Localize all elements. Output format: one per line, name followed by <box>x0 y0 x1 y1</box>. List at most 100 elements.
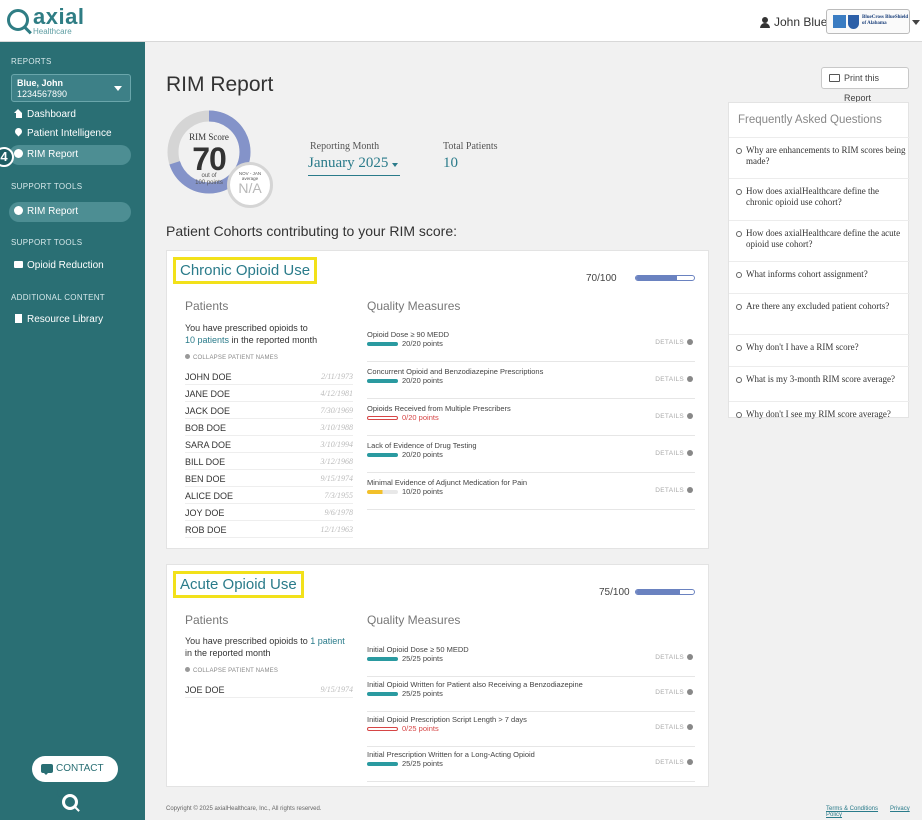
measure-points: 25/25 points <box>402 689 443 698</box>
patient-count-link[interactable]: 10 patients <box>185 335 229 345</box>
measure-points: 25/25 points <box>402 654 443 663</box>
details-label: DETAILS <box>655 413 684 420</box>
sidebar-item-label: Resource Library <box>27 314 104 325</box>
faq-item[interactable]: What is my 3-month RIM score average? <box>729 366 910 401</box>
collapse-patient-names-toggle[interactable]: COLLAPSE PATIENT NAMES <box>185 667 278 674</box>
sidebar-item-support-rim-report[interactable]: RIM Report <box>9 202 131 222</box>
patient-selector[interactable]: Blue, John 1234567890 <box>11 74 131 102</box>
sidebar-heading-additional-content: ADDITIONAL CONTENT <box>11 293 105 302</box>
chevron-down-circle-icon <box>736 272 742 278</box>
partner-logo-text: BlueCross BlueShield of Alabama <box>862 15 909 26</box>
measure-points-bar <box>367 453 398 457</box>
faq-item[interactable]: Why don't I have a RIM score? <box>729 334 910 366</box>
patient-name: ALICE DOE <box>185 491 234 501</box>
patient-dob: 4/12/1981 <box>320 389 353 398</box>
patient-name: JOHN DOE <box>185 372 232 382</box>
patient-row[interactable]: ALICE DOE 7/3/1955 <box>185 487 353 504</box>
details-label: DETAILS <box>655 487 684 494</box>
quality-measure-row: Initial Prescription Written for a Long-… <box>367 750 695 782</box>
sidebar-item-resource-library[interactable]: Resource Library <box>9 310 131 330</box>
axial-logo[interactable]: axial Healthcare <box>5 4 115 37</box>
patients-heading: Patients <box>185 613 229 627</box>
sidebar-item-dashboard[interactable]: Dashboard <box>9 105 131 125</box>
details-button[interactable]: DETAILS <box>655 376 693 383</box>
patient-name: JACK DOE <box>185 406 231 416</box>
user-icon <box>760 17 770 28</box>
collapse-patient-names-toggle[interactable]: COLLAPSE PATIENT NAMES <box>185 354 278 361</box>
details-button[interactable]: DETAILS <box>655 724 693 731</box>
patient-row[interactable]: ROB DOE 12/1/1963 <box>185 521 353 538</box>
collapse-icon <box>185 354 190 359</box>
details-button[interactable]: DETAILS <box>655 689 693 696</box>
faq-item[interactable]: Are there any excluded patient cohorts? <box>729 293 910 334</box>
faq-item[interactable]: How does axialHealthcare define the acut… <box>729 220 910 261</box>
contact-us-button[interactable]: CONTACT US <box>32 756 118 800</box>
sidebar-item-rim-report[interactable]: RIM Report <box>9 145 131 165</box>
bcbs-shield-icon <box>848 15 859 29</box>
faq-question: What informs cohort assignment? <box>746 269 868 279</box>
measure-name: Initial Opioid Written for Patient also … <box>367 680 583 689</box>
faq-item[interactable]: How does axialHealthcare define the chro… <box>729 178 910 220</box>
home-icon <box>14 109 23 118</box>
collapse-label: COLLAPSE PATIENT NAMES <box>193 668 279 674</box>
details-button[interactable]: DETAILS <box>655 654 693 661</box>
details-button[interactable]: DETAILS <box>655 759 693 766</box>
measure-points: 20/20 points <box>402 450 443 459</box>
details-label: DETAILS <box>655 376 684 383</box>
chevron-down-icon[interactable] <box>912 20 920 25</box>
details-button[interactable]: DETAILS <box>655 487 693 494</box>
print-label: Print this Report <box>844 73 880 103</box>
book-icon <box>14 314 23 323</box>
faq-panel: Frequently Asked Questions Why are enhan… <box>728 102 910 419</box>
faq-question: Why are enhancements to RIM scores being… <box>746 145 906 166</box>
quality-measure-row: Initial Opioid Written for Patient also … <box>367 680 695 712</box>
reporting-month-select[interactable]: January 2025 <box>308 155 400 176</box>
faq-item[interactable]: What informs cohort assignment? <box>729 261 910 293</box>
measure-points-bar <box>367 762 398 766</box>
partner-logo-dropdown[interactable]: BlueCross BlueShield of Alabama <box>826 9 910 34</box>
chevron-down-circle-icon <box>687 413 693 419</box>
faq-question: Why don't I see my RIM score average? <box>746 409 891 419</box>
chevron-down-circle-icon <box>736 189 742 195</box>
quality-measure-row: Lack of Evidence of Drug Testing 20/20 po… <box>367 441 695 473</box>
patient-row[interactable]: SARA DOE 3/10/1994 <box>185 436 353 453</box>
summary-pre: You have prescribed opioids to <box>185 323 308 333</box>
location-pin-icon <box>14 128 23 137</box>
quality-measure-row: Opioids Received from Multiple Prescribe… <box>367 404 695 436</box>
footer-copyright: Copyright © 2025 axialHealthcare, Inc., … <box>166 806 322 812</box>
top-header: axial Healthcare John Blue BlueCross Blu… <box>0 0 922 42</box>
sidebar-item-patient-intelligence[interactable]: Patient Intelligence <box>9 124 131 144</box>
patient-row[interactable]: BILL DOE 3/12/1968 <box>185 453 353 470</box>
faq-question: What is my 3-month RIM score average? <box>746 374 895 384</box>
measure-name: Initial Prescription Written for a Long-… <box>367 750 535 759</box>
patient-row[interactable]: JOHN DOE 2/11/1973 <box>185 368 353 385</box>
user-menu[interactable]: John Blue <box>760 15 827 29</box>
details-label: DETAILS <box>655 339 684 346</box>
sidebar-item-opioid-reduction[interactable]: Opioid Reduction <box>9 256 131 276</box>
patient-dob: 7/30/1969 <box>320 406 353 415</box>
patient-dob: 7/3/1955 <box>324 491 353 500</box>
patient-row[interactable]: JOE DOE 9/15/1974 <box>185 681 353 698</box>
patient-row[interactable]: BEN DOE 9/15/1974 <box>185 470 353 487</box>
details-button[interactable]: DETAILS <box>655 450 693 457</box>
measure-points: 25/25 points <box>402 759 443 768</box>
patient-count-link[interactable]: 1 patient <box>310 636 345 646</box>
sidebar-heading-reports: REPORTS <box>11 57 52 66</box>
faq-item[interactable]: Why don't I see my RIM score average? <box>729 401 910 419</box>
patient-row[interactable]: JACK DOE 7/30/1969 <box>185 402 353 419</box>
patient-row[interactable]: JANE DOE 4/12/1981 <box>185 385 353 402</box>
faq-item[interactable]: Why are enhancements to RIM scores being… <box>729 137 910 178</box>
measure-points: 10/20 points <box>402 487 443 496</box>
patient-name: SARA DOE <box>185 440 232 450</box>
patient-row[interactable]: BOB DOE 3/10/1988 <box>185 419 353 436</box>
details-button[interactable]: DETAILS <box>655 413 693 420</box>
print-report-button[interactable]: Print this Report <box>821 67 909 103</box>
rim-average-badge: NOV - JAN average N/A <box>227 162 273 208</box>
sidebar-heading-support-tools-2: SUPPORT TOOLS <box>11 238 83 247</box>
details-button[interactable]: DETAILS <box>655 339 693 346</box>
chevron-down-circle-icon <box>736 148 742 154</box>
patient-row[interactable]: JOY DOE 9/6/1978 <box>185 504 353 521</box>
printer-icon <box>829 74 840 82</box>
chat-bubble-icon <box>41 764 53 775</box>
measure-name: Initial Opioid Prescription Script Lengt… <box>367 715 527 724</box>
